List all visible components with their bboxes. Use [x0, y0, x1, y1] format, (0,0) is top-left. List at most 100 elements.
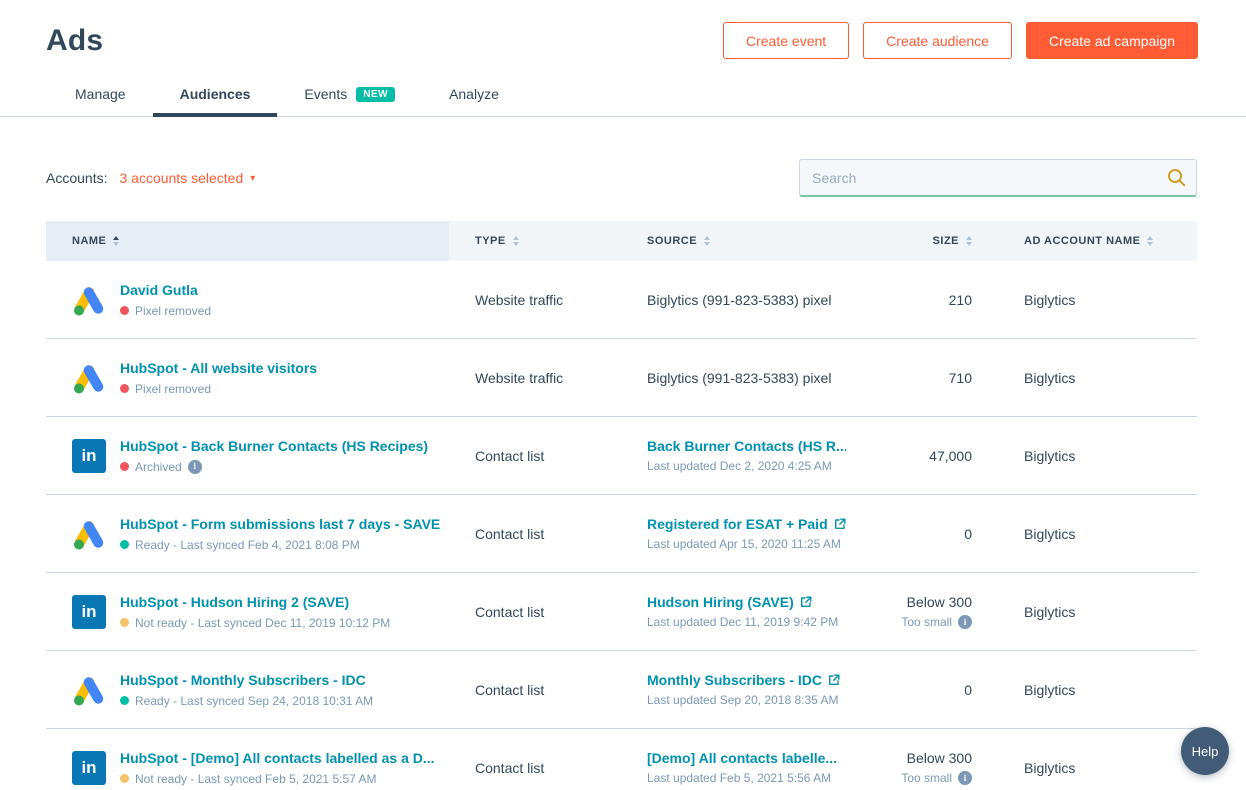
column-header-size[interactable]: SIZE — [846, 221, 996, 261]
type-cell: Website traffic — [449, 370, 621, 386]
accounts-select-value: 3 accounts selected — [119, 170, 243, 186]
status-row: Not ready - Last synced Dec 11, 2019 10:… — [120, 616, 390, 630]
type-cell: Website traffic — [449, 292, 621, 308]
external-link-icon[interactable] — [800, 596, 812, 608]
status-row: Ready - Last synced Feb 4, 2021 8:08 PM — [120, 538, 440, 552]
source-main: Registered for ESAT + Paid — [647, 516, 846, 532]
table-header: NAME TYPE SOURCE SIZE AD ACCOUNT NAME — [46, 221, 1197, 261]
status-info-icon[interactable]: i — [188, 460, 202, 474]
source-cell: Monthly Subscribers - IDC Last updated S… — [621, 672, 846, 707]
size-value: Below 300 — [846, 750, 972, 766]
status-row: Archived i — [120, 460, 428, 474]
create-event-button[interactable]: Create event — [723, 22, 849, 59]
create-ad-campaign-button[interactable]: Create ad campaign — [1026, 22, 1198, 59]
source-cell: Biglytics (991-823-5383) pixel — [621, 370, 846, 386]
name-cell: David Gutla Pixel removed — [46, 282, 449, 318]
ad-account-cell: Biglytics — [996, 526, 1197, 542]
size-value: 210 — [846, 292, 972, 308]
name-cell: HubSpot - Form submissions last 7 days -… — [46, 516, 449, 552]
name-wrap: David Gutla Pixel removed — [120, 282, 211, 318]
audience-name-link[interactable]: HubSpot - Form submissions last 7 days -… — [120, 516, 440, 532]
info-icon[interactable]: i — [958, 615, 972, 629]
accounts-select-dropdown[interactable]: 3 accounts selected ▾ — [119, 170, 255, 186]
sort-icon — [513, 236, 519, 246]
source-cell: [Demo] All contacts labelle... Last upda… — [621, 750, 846, 785]
source-main: Biglytics (991-823-5383) pixel — [647, 370, 846, 386]
source-link[interactable]: Hudson Hiring (SAVE) — [647, 594, 794, 610]
table-row: in HubSpot - [Demo] All contacts labelle… — [46, 729, 1197, 790]
sort-icon — [704, 236, 710, 246]
external-link-icon[interactable] — [828, 674, 840, 686]
help-button[interactable]: Help — [1181, 727, 1229, 775]
tab-manage[interactable]: Manage — [48, 75, 153, 116]
status-text: Not ready - Last synced Feb 5, 2021 5:57… — [135, 772, 376, 786]
search-icon[interactable] — [1167, 168, 1186, 187]
column-header-ad-account-name[interactable]: AD ACCOUNT NAME — [996, 221, 1197, 261]
filter-row: Accounts: 3 accounts selected ▾ — [46, 159, 1197, 197]
audiences-table: NAME TYPE SOURCE SIZE AD ACCOUNT NAME — [46, 221, 1197, 790]
table-row: in HubSpot - Back Burner Contacts (HS Re… — [46, 417, 1197, 495]
linkedin-icon: in — [72, 439, 106, 473]
tab-analyze[interactable]: Analyze — [422, 75, 526, 116]
audience-name-link[interactable]: HubSpot - Back Burner Contacts (HS Recip… — [120, 438, 428, 454]
sort-icon — [1147, 236, 1153, 246]
table-body: David Gutla Pixel removed Website traffi… — [46, 261, 1197, 790]
tab-events[interactable]: Events NEW — [277, 75, 422, 116]
table-row: HubSpot - Monthly Subscribers - IDC Read… — [46, 651, 1197, 729]
status-dot — [120, 618, 129, 627]
audience-name-link[interactable]: HubSpot - [Demo] All contacts labelled a… — [120, 750, 435, 766]
name-cell: HubSpot - All website visitors Pixel rem… — [46, 360, 449, 396]
column-label: TYPE — [475, 235, 506, 247]
page-header: Ads Create event Create audience Create … — [0, 0, 1246, 59]
tab-label: Analyze — [449, 86, 499, 102]
source-link[interactable]: [Demo] All contacts labelle... — [647, 750, 837, 766]
name-cell: in HubSpot - [Demo] All contacts labelle… — [46, 750, 449, 786]
column-header-name[interactable]: NAME — [46, 221, 449, 261]
create-audience-button[interactable]: Create audience — [863, 22, 1012, 59]
source-updated: Last updated Feb 5, 2021 5:56 AM — [647, 771, 846, 785]
audience-name-link[interactable]: HubSpot - All website visitors — [120, 360, 317, 376]
status-dot — [120, 774, 129, 783]
source-updated: Last updated Sep 20, 2018 8:35 AM — [647, 693, 846, 707]
status-dot — [120, 462, 129, 471]
column-header-type[interactable]: TYPE — [449, 221, 621, 261]
audience-name-link[interactable]: David Gutla — [120, 282, 211, 298]
audience-name-link[interactable]: HubSpot - Hudson Hiring 2 (SAVE) — [120, 594, 390, 610]
size-value: 47,000 — [846, 448, 972, 464]
search-input[interactable] — [799, 159, 1197, 197]
sort-icon — [966, 236, 972, 246]
tab-label: Audiences — [180, 86, 251, 102]
status-row: Ready - Last synced Sep 24, 2018 10:31 A… — [120, 694, 373, 708]
ad-account-cell: Biglytics — [996, 448, 1197, 464]
status-dot — [120, 384, 129, 393]
linkedin-icon: in — [72, 751, 106, 785]
accounts-label: Accounts: — [46, 170, 107, 186]
name-wrap: HubSpot - Back Burner Contacts (HS Recip… — [120, 438, 428, 474]
table-row: David Gutla Pixel removed Website traffi… — [46, 261, 1197, 339]
column-label: AD ACCOUNT NAME — [1024, 235, 1140, 247]
sort-ascending-icon — [113, 236, 119, 246]
size-note-row: Too small i — [846, 615, 972, 629]
name-wrap: HubSpot - All website visitors Pixel rem… — [120, 360, 317, 396]
source-main: Biglytics (991-823-5383) pixel — [647, 292, 846, 308]
column-header-source[interactable]: SOURCE — [621, 221, 846, 261]
tab-audiences[interactable]: Audiences — [153, 75, 278, 116]
source-main: Hudson Hiring (SAVE) — [647, 594, 846, 610]
external-link-icon[interactable] — [834, 518, 846, 530]
size-cell: 47,000 — [846, 448, 996, 464]
google-ads-icon — [72, 517, 106, 551]
size-cell: Below 300 Too small i — [846, 594, 996, 629]
ad-account-cell: Biglytics — [996, 760, 1197, 776]
source-link[interactable]: Registered for ESAT + Paid — [647, 516, 828, 532]
info-icon[interactable]: i — [958, 771, 972, 785]
audience-name-link[interactable]: HubSpot - Monthly Subscribers - IDC — [120, 672, 373, 688]
google-ads-icon — [72, 283, 106, 317]
type-cell: Contact list — [449, 604, 621, 620]
chevron-down-icon: ▾ — [250, 172, 255, 184]
size-cell: 210 — [846, 292, 996, 308]
source-link[interactable]: Back Burner Contacts (HS R... — [647, 438, 846, 454]
source-link[interactable]: Monthly Subscribers - IDC — [647, 672, 822, 688]
status-dot — [120, 696, 129, 705]
size-note-text: Too small — [901, 771, 952, 785]
type-cell: Contact list — [449, 448, 621, 464]
